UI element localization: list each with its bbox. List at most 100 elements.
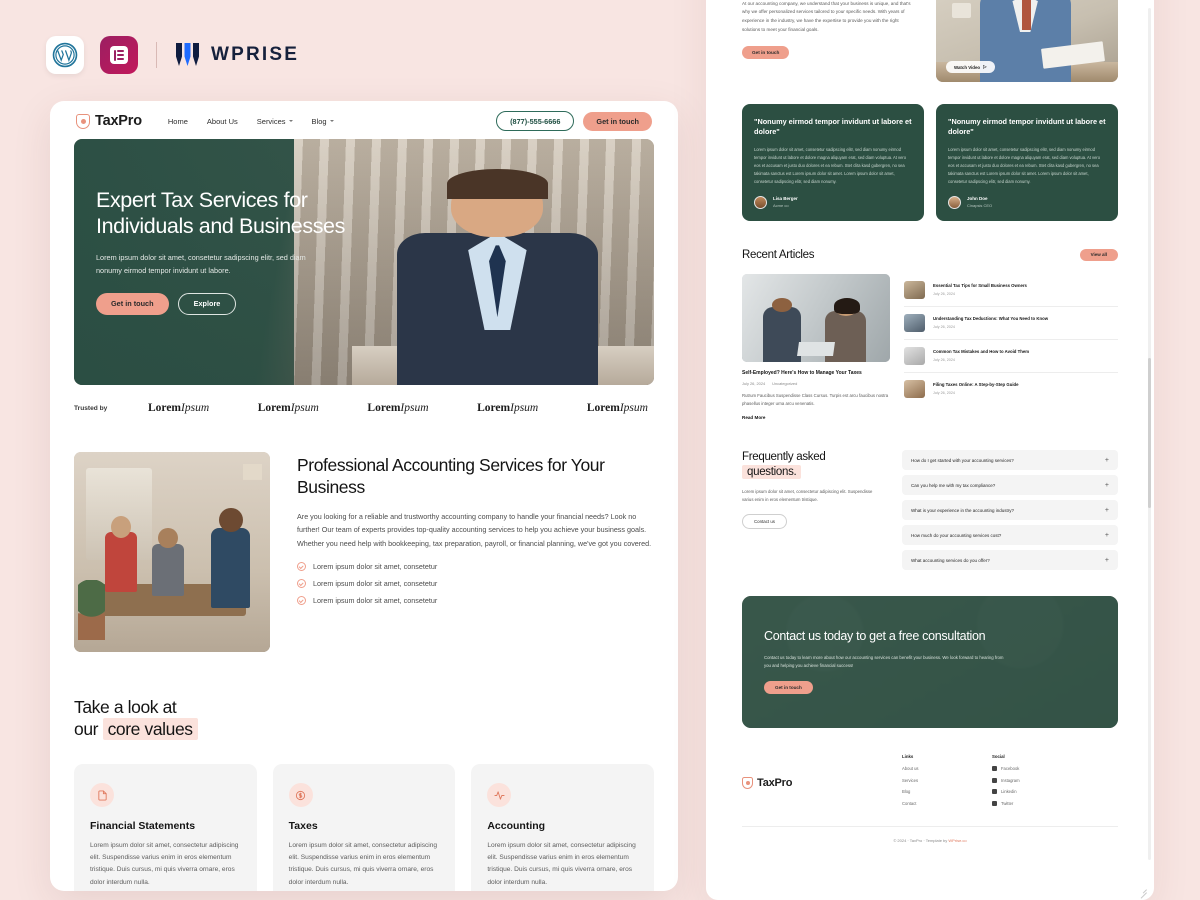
testimonial-quote: "Nonumy eirmod tempor invidunt ut labore… [754,117,912,137]
featured-article[interactable]: Self-Employed? Here's How to Manage Your… [742,273,890,420]
left-preview-panel: TaxPro Home About Us Services Blog (877)… [50,101,678,891]
article-list-item[interactable]: Essential Tax Tips for Small Business Ow… [904,274,1118,307]
faq-heading-line1: Frequently asked [742,451,826,464]
testimonial-author: Lisa Berger Acme co [754,195,912,209]
faq-contact-button[interactable]: Contact us [742,514,787,530]
wprise-mark-icon [175,42,202,68]
faq-accordion-item[interactable]: How do I get started with your accountin… [902,450,1118,471]
card-title: Accounting [487,820,546,833]
nav-label: Home [167,116,188,126]
footer-link[interactable]: Blog [902,789,992,794]
testimonials-section: "Nonumy eirmod tempor invidunt ut labore… [742,104,1118,221]
plus-icon: + [1104,481,1109,489]
article-list-item[interactable]: Common Tax Mistakes and How to Avoid The… [904,340,1118,373]
footer-logo[interactable]: TaxPro [742,754,902,812]
faq-text: Frequently asked questions. Lorem ipsum … [742,450,882,570]
featured-article-image [742,273,890,362]
watch-video-button[interactable]: Watch Video ▷ [946,61,995,73]
partner-logo: LoremIpsum [586,402,648,414]
wprise-logo: WPRISE [175,42,299,68]
faq-question: Can you help me with my tax compliance? [911,482,996,488]
testimonial-role: Acme co [773,202,789,208]
footer-social-link[interactable]: Twitter [992,800,1082,806]
recent-articles-section: Recent Articles View all Self-Employed? … [742,248,1118,420]
services-section: Professional Accounting Services for You… [74,452,654,652]
hero-section: Expert Tax Services for Individuals and … [74,139,654,385]
nav-item-home[interactable]: Home [168,117,188,126]
copyright-link[interactable]: WPrise.co [948,838,966,843]
core-values-heading-line1: Take a look at [74,697,177,717]
social-label: Instagram [1001,777,1020,783]
faq-paragraph: Lorem ipsum dolor sit amet, consectetur … [742,488,873,503]
footer-links-heading: Links [902,754,914,760]
trusted-logos: LoremIpsum LoremIpsum LoremIpsum LoremIp… [148,402,654,414]
article-date: July 26, 2024 [933,324,955,329]
hero-paragraph: Lorem ipsum dolor sit amet, consetetur s… [96,253,306,276]
story-get-in-touch-button[interactable]: Get in touch [742,45,790,59]
faq-accordion-item[interactable]: What accounting services do you offer? + [902,550,1118,571]
article-thumbnail [904,313,925,332]
faq-question: How much do your accounting services cos… [911,532,1002,538]
partner-logo: LoremIpsum [148,402,210,414]
resize-grip[interactable] [1139,885,1147,893]
phone-button[interactable]: (877)-555-6666 [496,111,575,131]
card-title: Financial Statements [90,820,196,833]
card-body: Lorem ipsum dolor sit amet, consectetur … [487,842,636,886]
site-footer: TaxPro Links About us Services Blog Cont… [742,754,1118,826]
faq-accordion-item[interactable]: How much do your accounting services cos… [902,525,1118,546]
copyright-text: © 2024 · TaxPro · Template by [893,838,949,844]
footer-link[interactable]: About us [902,766,992,771]
testimonial-name: Lisa Berger [773,196,798,202]
article-title: Filing Taxes Online: A Step-by-Step Guid… [933,382,1019,388]
cta-content: Contact us today to get a free consultat… [764,628,1004,694]
hero-explore-button[interactable]: Explore [177,292,237,315]
cta-paragraph: Contact us today to learn more about how… [764,654,1004,668]
faq-accordion-item[interactable]: What is your experience in the accountin… [902,500,1118,521]
faq-question: How do I get started with your accountin… [911,457,1014,463]
footer-social-link[interactable]: Facebook [992,766,1082,772]
card-body: Lorem ipsum dolor sit amet, consectetur … [288,842,438,886]
hero-get-in-touch-button[interactable]: Get in touch [96,292,169,315]
view-all-button[interactable]: View all [1079,248,1118,261]
checklist-item: Lorem ipsum dolor sit amet, consetetur [297,596,654,606]
story-text: Our story from 15 years of experience At… [742,0,914,82]
featured-read-more-link[interactable]: Read More [742,415,890,420]
plus-icon: + [1104,556,1109,564]
nav-actions: (877)-555-6666 Get in touch [496,111,652,131]
cta-get-in-touch-button[interactable]: Get in touch [764,680,813,694]
faq-section: Frequently asked questions. Lorem ipsum … [742,450,1118,571]
faq-accordion-item[interactable]: Can you help me with my tax compliance? + [902,475,1118,496]
nav-item-services[interactable]: Services [257,117,293,126]
footer-social-link[interactable]: Instagram [992,777,1082,783]
core-value-card[interactable]: Taxes Lorem ipsum dolor sit amet, consec… [272,764,456,891]
hero-heading: Expert Tax Services for Individuals and … [96,188,345,239]
article-list-item[interactable]: Filing Taxes Online: A Step-by-Step Guid… [904,373,1118,405]
checklist-label: Lorem ipsum dolor sit amet, consetetur [313,579,438,589]
trusted-by-label: Trusted by [74,404,108,412]
nav-label: Blog [311,116,327,126]
scrollbar-thumb[interactable] [1148,358,1151,508]
article-thumbnail [904,346,925,365]
get-in-touch-button[interactable]: Get in touch [583,111,652,131]
plus-icon: + [1104,531,1109,539]
core-values-heading-highlight: core values [102,718,198,741]
footer-link[interactable]: Contact [902,801,992,806]
trusted-by-strip: Trusted by LoremIpsum LoremIpsum LoremIp… [74,402,654,414]
services-image [74,452,270,652]
cta-heading: Contact us today to get a free consultat… [764,629,986,644]
partner-logo: LoremIpsum [367,402,429,414]
social-label: Linkedin [1001,789,1017,795]
nav-item-about-us[interactable]: About Us [207,117,238,126]
core-value-card[interactable]: Financial Statements Lorem ipsum dolor s… [74,764,257,891]
facebook-icon [992,766,997,772]
core-value-card[interactable]: Accounting Lorem ipsum dolor sit amet, c… [471,764,655,891]
hero-person-photo [393,169,602,385]
avatar [948,195,961,209]
site-logo[interactable]: TaxPro [76,113,142,129]
faq-question: What is your experience in the accountin… [911,507,1015,513]
dollar-icon [288,783,313,808]
article-list-item[interactable]: Understanding Tax Deductions: What You N… [904,307,1118,340]
nav-item-blog[interactable]: Blog [312,117,334,126]
footer-link[interactable]: Services [902,778,992,783]
footer-social-link[interactable]: Linkedin [992,789,1082,795]
